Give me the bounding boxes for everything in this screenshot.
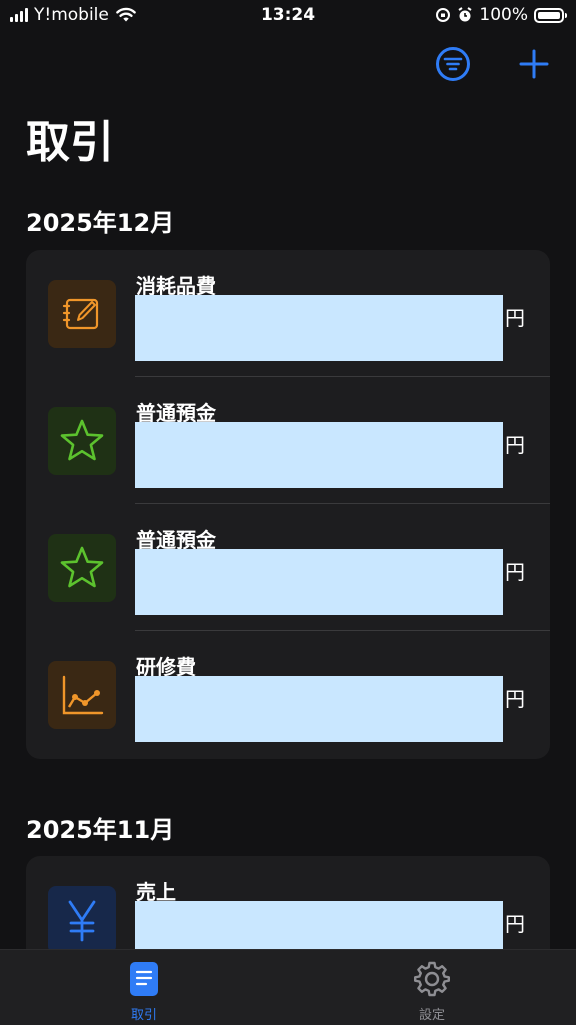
notebook-pencil-icon	[62, 298, 99, 330]
redacted-amount	[135, 676, 503, 742]
battery-percent: 100%	[479, 5, 528, 25]
currency-label: 円	[505, 433, 525, 457]
currency-label: 円	[505, 306, 525, 330]
redacted-amount	[135, 295, 503, 361]
add-button[interactable]	[514, 44, 554, 84]
status-bar: Y!mobile 13:24 100%	[0, 0, 576, 32]
status-right: 100%	[435, 5, 567, 25]
star-icon	[60, 546, 104, 588]
battery-icon	[534, 7, 567, 23]
star-icon	[60, 419, 104, 461]
filter-circle-icon	[436, 47, 470, 81]
icon-tile	[48, 661, 116, 729]
redacted-amount	[135, 549, 503, 615]
transaction-row[interactable]: 普通預金 円	[26, 504, 550, 631]
transactions-card: 消耗品費 円 普通預金 円 普通預金 円 研修費 円	[26, 250, 550, 759]
alarm-icon	[458, 7, 472, 22]
tab-bar: 取引 設定	[0, 949, 576, 1025]
line-chart-icon	[62, 675, 104, 715]
icon-tile	[48, 886, 116, 954]
transaction-row[interactable]: 研修費 円	[26, 631, 550, 758]
tab-settings[interactable]: 設定	[382, 960, 482, 1023]
tab-label: 取引	[130, 1008, 157, 1023]
tab-transactions[interactable]: 取引	[94, 960, 194, 1023]
plus-icon	[519, 49, 549, 79]
month-header: 2025年11月	[26, 816, 175, 844]
gear-icon	[414, 961, 450, 997]
tab-label: 設定	[418, 1008, 445, 1023]
currency-label: 円	[505, 560, 525, 584]
icon-tile	[48, 280, 116, 348]
page-title: 取引	[26, 117, 114, 168]
yen-icon	[68, 900, 96, 942]
icon-tile	[48, 407, 116, 475]
transaction-row[interactable]: 消耗品費 円	[26, 250, 550, 377]
rotation-lock-icon	[436, 8, 451, 22]
month-header: 2025年12月	[26, 209, 175, 237]
filter-button[interactable]	[433, 44, 473, 84]
icon-tile	[48, 534, 116, 602]
currency-label: 円	[505, 912, 525, 936]
currency-label: 円	[505, 687, 525, 711]
redacted-amount	[135, 422, 503, 488]
document-icon	[130, 962, 158, 996]
transaction-row[interactable]: 普通預金 円	[26, 377, 550, 504]
